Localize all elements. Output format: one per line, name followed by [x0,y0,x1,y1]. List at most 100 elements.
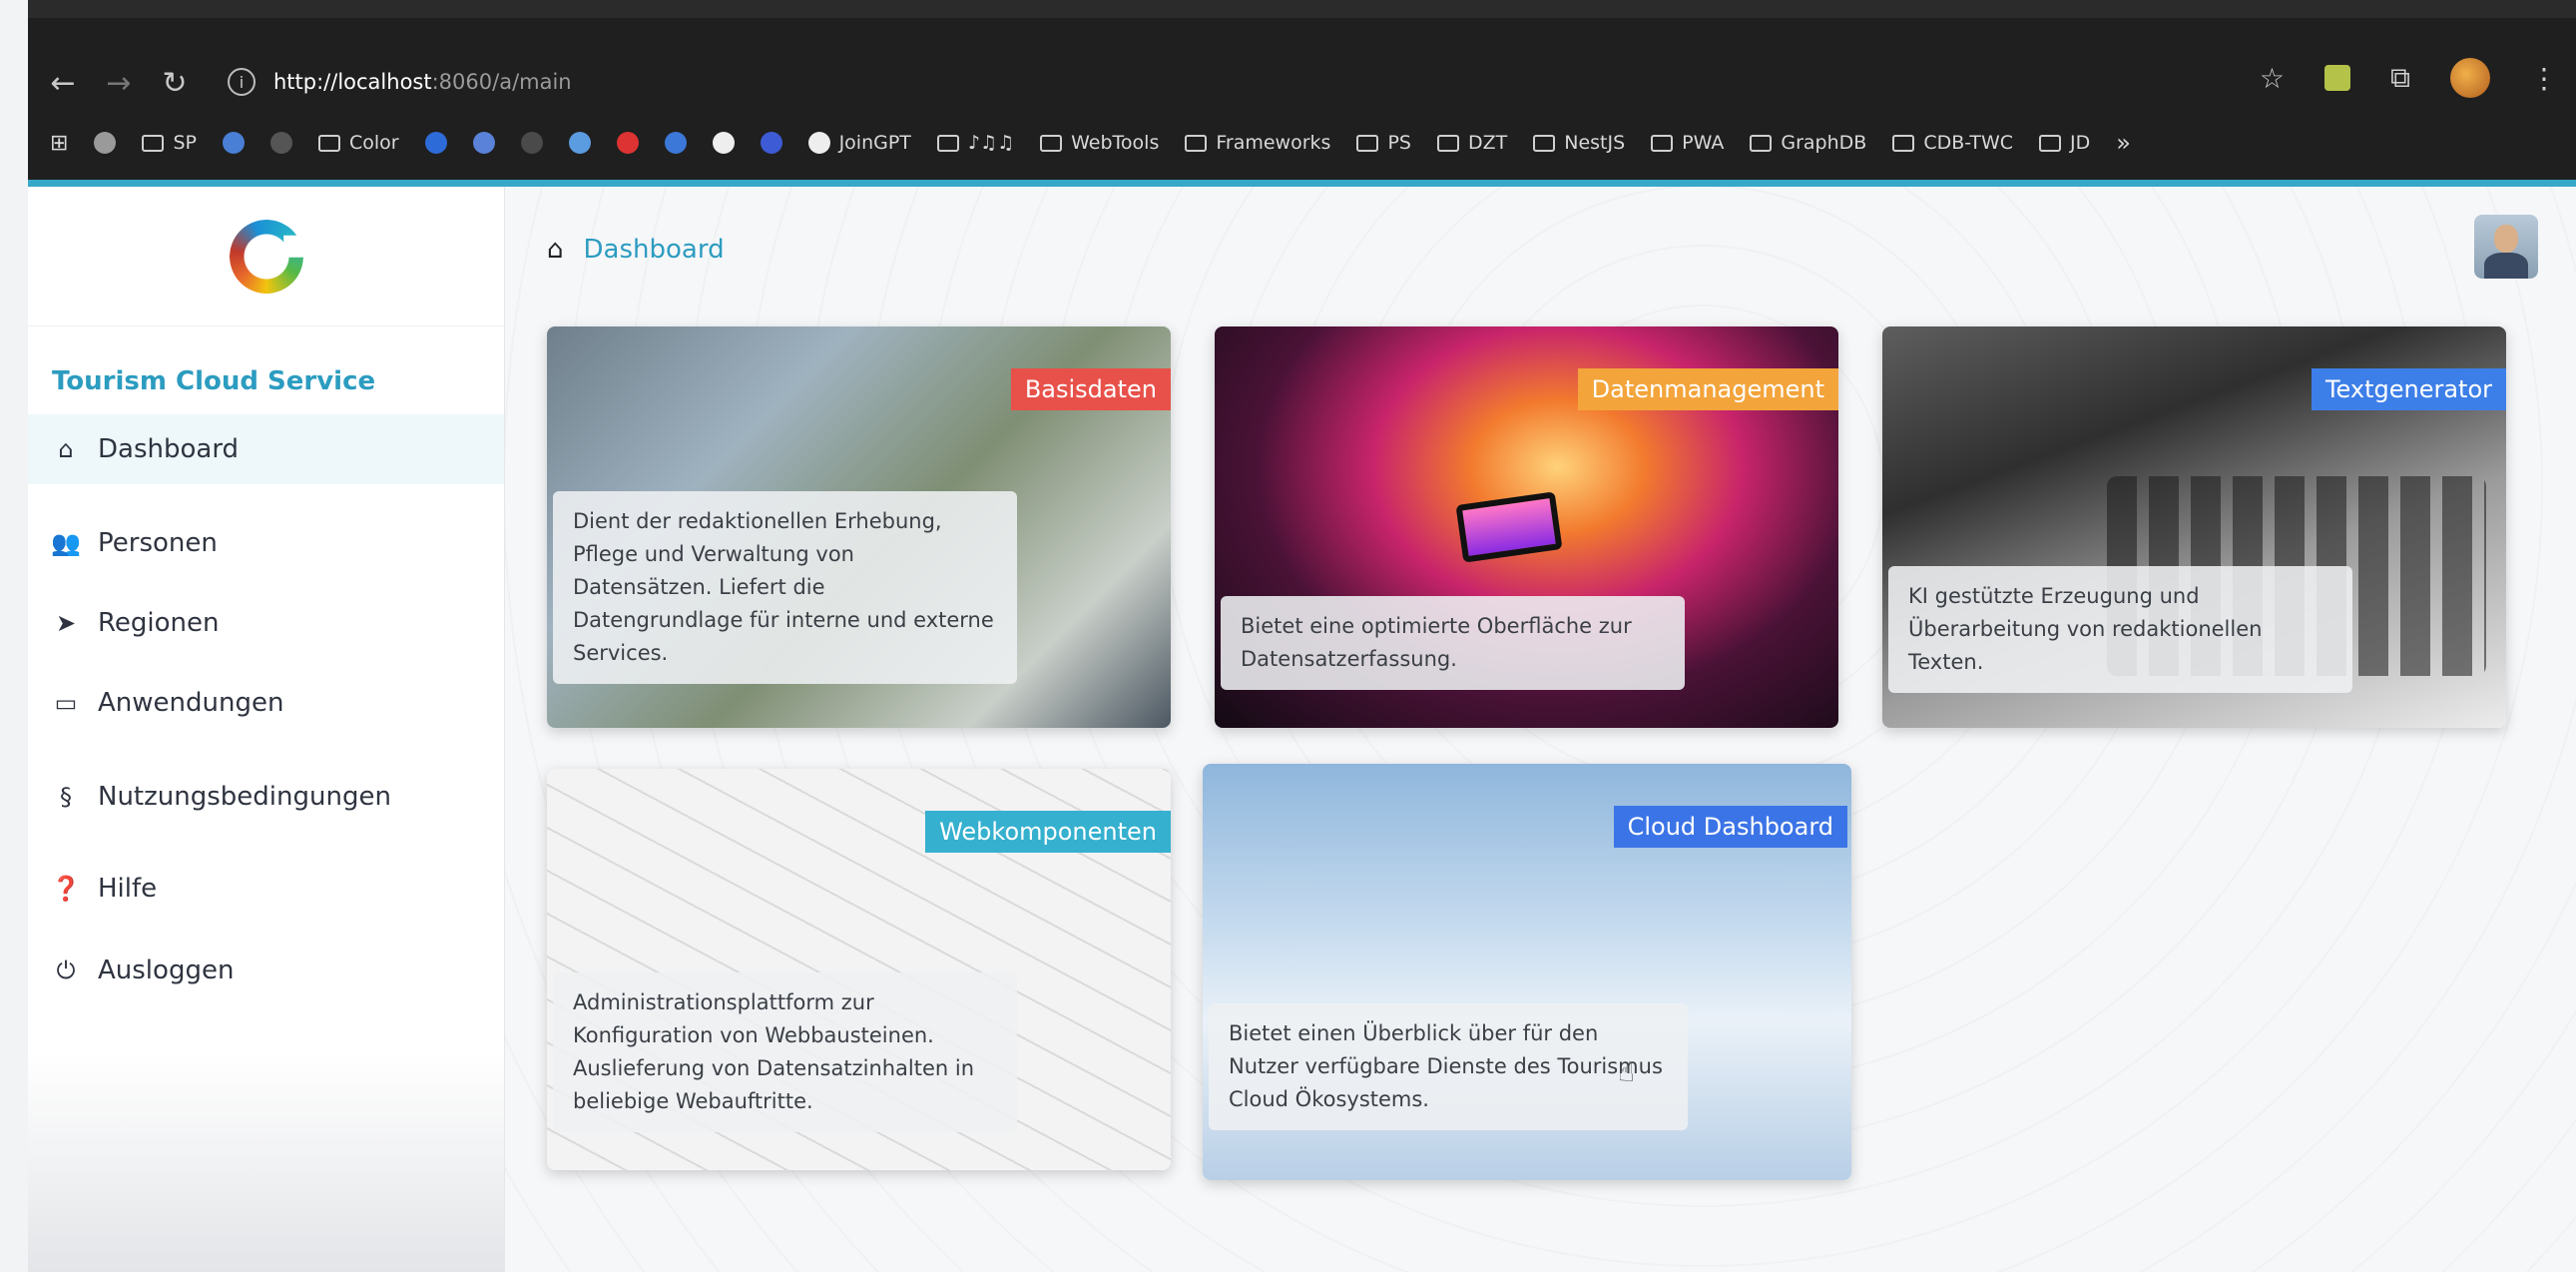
bookmark-label: Color [348,132,399,154]
users-icon: 👥 [51,529,81,557]
phone-illustration [1455,491,1563,563]
folder-icon [1750,134,1773,152]
card-webkomponenten[interactable]: Webkomponenten Administrationsplattform … [547,769,1171,1170]
bookmark-label: PWA [1682,132,1725,154]
card-badge: Textgenerator [2311,368,2506,410]
folder-icon [1892,134,1915,152]
bookmark-folder[interactable]: CDB-TWC [1892,132,2013,154]
bookmark-favicon-icon[interactable] [712,132,735,154]
sidebar-item-dashboard[interactable]: ⌂ Dashboard [28,414,504,484]
bookmark-label: NestJS [1564,132,1626,154]
bookmark-label: PS [1387,132,1411,154]
card-datenmanagement[interactable]: Datenmanagement Bietet eine optimierte O… [1215,326,1838,728]
breadcrumb: ⌂ Dashboard [547,235,725,265]
folder-icon [142,134,165,152]
bookmark-star-icon[interactable]: ☆ [2260,62,2285,95]
folder-icon [936,134,959,152]
url-path: :8060/a/main [431,70,572,94]
menu-dots-icon[interactable]: ⋮ [2530,62,2558,95]
sidebar-item-personen[interactable]: 👥 Personen [28,508,504,578]
url-host: http://localhost [273,70,432,94]
folder-icon [1651,134,1674,152]
reload-icon[interactable]: ↻ [154,62,196,104]
card-basisdaten[interactable]: Basisdaten Dient der redaktionellen Erhe… [547,326,1171,728]
bookmark-folder[interactable]: ♪♫♫ [936,132,1015,154]
bookmark-favicon-icon[interactable] [424,132,447,154]
home-icon[interactable]: ⌂ [547,235,564,265]
bookmark-folder[interactable]: PWA [1651,132,1724,154]
bookmark-favicon-icon[interactable] [269,132,292,154]
bookmark-label: ♪♫♫ [967,132,1015,154]
bookmark-label: DZT [1467,132,1508,154]
bookmark-folder[interactable]: Frameworks [1185,132,1330,154]
address-bar[interactable]: i http://localhost :8060/a/main [228,60,2204,104]
sidebar-item-regionen[interactable]: ➤ Regionen [28,588,504,658]
card-description: KI gestützte Erzeugung und Überarbeitung… [1888,566,2352,693]
sidebar: Tourism Cloud Service ⌂ Dashboard 👥 Pers… [28,187,505,1272]
bookmark-label: CDB-TWC [1923,132,2014,154]
bookmark-folder[interactable]: WebTools [1040,132,1159,154]
bookmark-folder[interactable]: PS [1356,132,1411,154]
bookmark-folder[interactable]: SP [142,132,197,154]
bookmark-label: JoinGPT [838,132,911,154]
bookmark-folder[interactable]: NestJS [1533,132,1625,154]
folder-icon [1436,134,1459,152]
sidebar-item-ausloggen[interactable]: ⏻ Ausloggen [28,936,504,1005]
card-description: Dient der redaktionellen Erhebung, Pfleg… [553,491,1017,684]
card-description: Administrationsplattform zur Konfigurati… [553,972,1017,1132]
site-info-icon[interactable]: i [228,68,256,96]
logo-gap [282,235,305,258]
tab-strip [28,0,2576,18]
bookmark-folder[interactable]: GraphDB [1750,132,1866,154]
bookmark-favicon-icon[interactable] [616,132,639,154]
bookmark-favicon-icon[interactable] [760,132,782,154]
folder-icon [1185,134,1208,152]
bookmark-folder[interactable]: Color [317,132,399,154]
sidebar-item-label: Personen [98,528,218,558]
avatar[interactable] [2474,215,2538,279]
folder-icon [2039,134,2062,152]
bookmark-label: GraphDB [1781,132,1867,154]
forward-icon[interactable]: → [98,62,140,104]
extension-icon[interactable] [2324,65,2350,91]
card-cloud-dashboard[interactable]: Cloud Dashboard Bietet einen Überblick ü… [1203,764,1851,1180]
bookmark-joingpt[interactable]: JoinGPT [807,132,911,154]
bookmark-favicon-icon[interactable] [94,132,117,154]
logo-ring-icon [219,209,313,304]
bookmark-folder[interactable]: JD [2039,132,2090,154]
bookmark-favicon-icon[interactable] [472,132,495,154]
bookmark-label: JD [2070,132,2091,154]
card-badge: Webkomponenten [925,811,1171,853]
sidebar-item-hilfe[interactable]: ❓ Hilfe [28,854,504,924]
bookmark-label: WebTools [1071,132,1160,154]
profile-avatar[interactable] [2450,58,2490,98]
bookmark-label: Frameworks [1216,132,1331,154]
folder-icon [1356,134,1379,152]
folder-icon [1040,134,1063,152]
card-badge: Basisdaten [1010,368,1171,410]
sidebar-fade [28,1052,504,1272]
bookmark-favicon-icon[interactable] [568,132,591,154]
bookmark-folder[interactable]: DZT [1436,132,1508,154]
sidebar-item-nutzungsbedingungen[interactable]: § Nutzungsbedingungen [28,762,504,832]
card-badge: Cloud Dashboard [1613,806,1847,848]
bookmarks-overflow-button[interactable]: » [2116,129,2131,157]
logo[interactable] [28,187,504,326]
bookmark-favicon-icon[interactable] [222,132,245,154]
bookmark-favicon-icon[interactable] [520,132,543,154]
sidebar-item-label: Hilfe [98,874,158,904]
extensions-puzzle-icon[interactable]: ⧉ [2390,61,2410,95]
service-title: Tourism Cloud Service [52,366,376,396]
card-textgenerator[interactable]: Textgenerator KI gestützte Erzeugung und… [1882,326,2506,728]
sidebar-item-label: Nutzungsbedingungen [98,782,391,812]
card-description: Bietet eine optimierte Oberfläche zur Da… [1221,596,1685,690]
paragraph-icon: § [60,783,72,811]
home-icon: ⌂ [58,435,74,463]
apps-grid-icon[interactable]: ⊞ [50,131,68,156]
sidebar-item-label: Dashboard [98,434,240,464]
sidebar-item-label: Ausloggen [98,955,235,985]
sidebar-item-anwendungen[interactable]: ▭ Anwendungen [28,668,504,738]
back-icon[interactable]: ← [42,62,84,104]
breadcrumb-current[interactable]: Dashboard [584,235,725,265]
bookmark-favicon-icon[interactable] [664,132,687,154]
